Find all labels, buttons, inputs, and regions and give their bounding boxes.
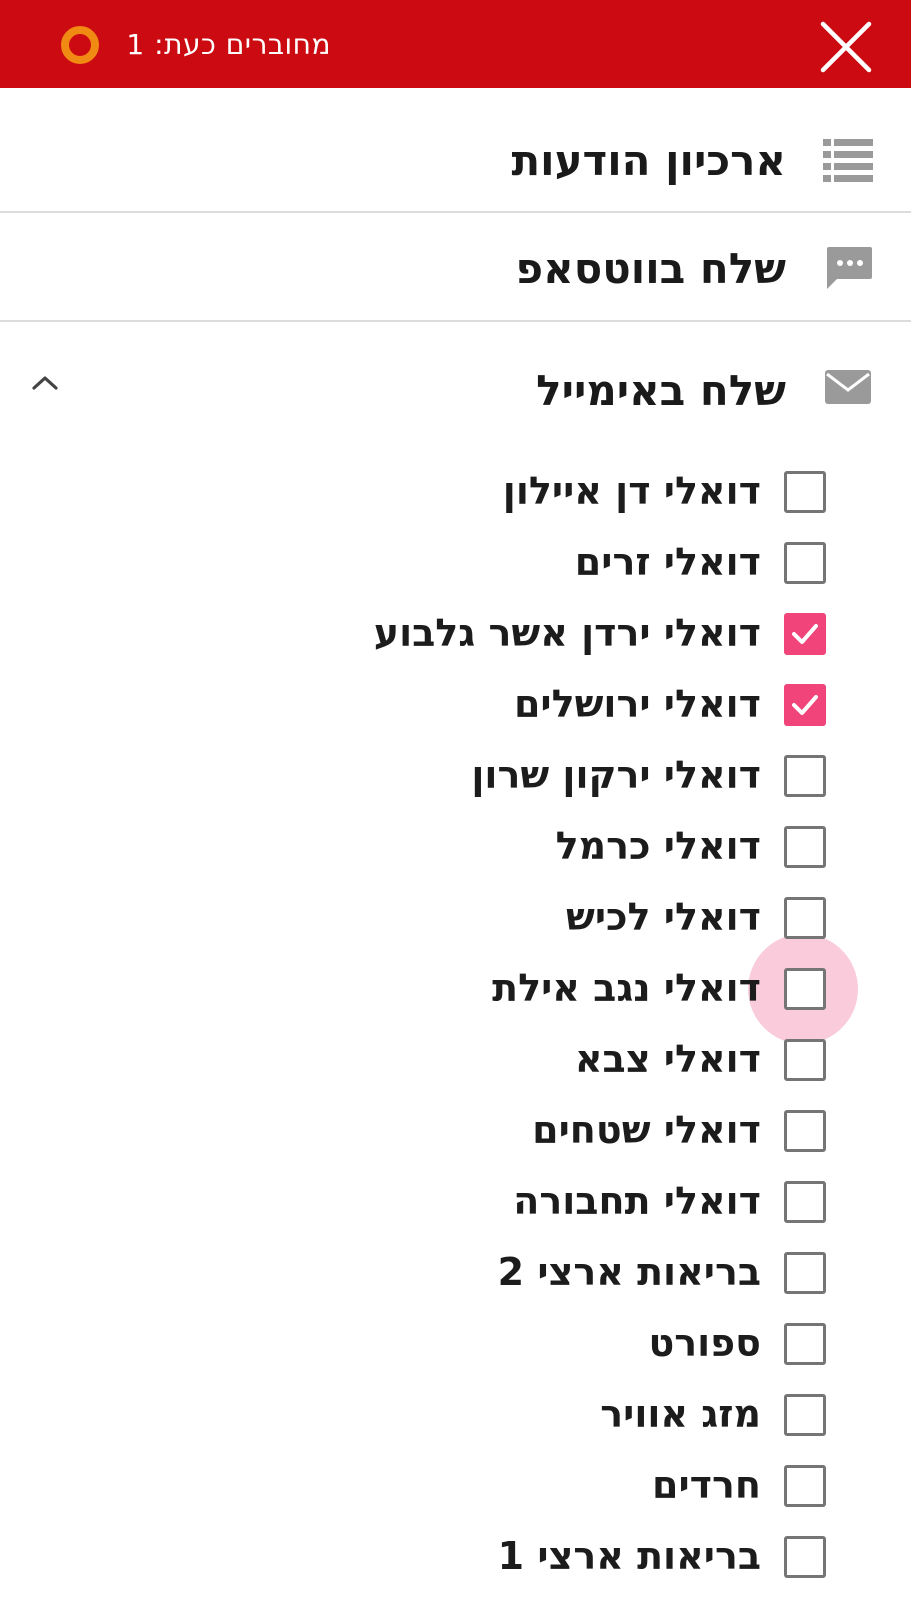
- checkbox[interactable]: [784, 1536, 826, 1578]
- email-list-item[interactable]: דואלי תחבורה: [0, 1166, 911, 1236]
- email-list-item[interactable]: דואלי ירושלים: [0, 669, 911, 739]
- menu-item-whatsapp-label: שלח בווטסאפ: [515, 243, 786, 293]
- checkbox[interactable]: [784, 1252, 826, 1294]
- online-status: מחוברים כעת: 1: [126, 22, 331, 66]
- email-list-item-label: דואלי זרים: [574, 540, 761, 584]
- checkbox-checked[interactable]: [784, 613, 826, 655]
- email-list-item-label: דואלי ירושלים: [513, 682, 761, 726]
- menu-item-email-label: שלח באימייל: [536, 365, 786, 415]
- menu-item-email[interactable]: שלח באימייל: [0, 340, 911, 440]
- checkbox[interactable]: [784, 471, 826, 513]
- checkbox[interactable]: [784, 1110, 826, 1152]
- email-list-item[interactable]: דואלי כרמל: [0, 811, 911, 881]
- close-icon: [820, 21, 872, 73]
- email-list-item[interactable]: דואלי ירקון שרון: [0, 740, 911, 810]
- email-list-item-label: חרדים: [652, 1463, 761, 1507]
- email-list-item-label: בריאות ארצי 2: [497, 1250, 761, 1294]
- list-icon: [823, 139, 873, 182]
- checkmark-icon: [792, 695, 818, 715]
- email-list-item[interactable]: דואלי צבא: [0, 1024, 911, 1094]
- email-list-item[interactable]: דואלי זרים: [0, 527, 911, 597]
- email-list-item[interactable]: דואלי שטחים: [0, 1095, 911, 1165]
- email-list-item-label: דואלי תחבורה: [513, 1179, 761, 1223]
- checkbox[interactable]: [784, 755, 826, 797]
- email-list-item[interactable]: ספורט: [0, 1308, 911, 1378]
- close-button[interactable]: [819, 20, 873, 74]
- email-list-item-label: דואלי לכיש: [566, 895, 761, 939]
- menu-item-archive[interactable]: ארכיון הודעות: [0, 110, 911, 210]
- chevron-up-icon[interactable]: [30, 370, 60, 394]
- checkbox[interactable]: [784, 542, 826, 584]
- chat-icon: [826, 247, 872, 289]
- checkbox[interactable]: [784, 1181, 826, 1223]
- menu-item-whatsapp[interactable]: שלח בווטסאפ: [0, 218, 911, 318]
- email-list-item[interactable]: דואלי ירדן אשר גלבוע: [0, 598, 911, 668]
- checkbox[interactable]: [784, 968, 826, 1010]
- checkbox[interactable]: [784, 1323, 826, 1365]
- email-list-item-label: מזג אוויר: [600, 1392, 761, 1436]
- checkmark-icon: [792, 624, 818, 644]
- email-list-item-label: דואלי דן איילון: [502, 469, 761, 513]
- menu-item-archive-label: ארכיון הודעות: [511, 135, 786, 185]
- email-list-item[interactable]: דואלי דן איילון: [0, 456, 911, 526]
- checkbox-checked[interactable]: [784, 684, 826, 726]
- email-list-item-label: דואלי נגב אילת: [492, 966, 761, 1010]
- email-list-item-label: דואלי ירדן אשר גלבוע: [373, 611, 761, 655]
- top-bar: מחוברים כעת: 1: [0, 0, 911, 88]
- checkbox[interactable]: [784, 897, 826, 939]
- email-list-item-label: דואלי ירקון שרון: [471, 753, 761, 797]
- email-list-item-label: דואלי צבא: [574, 1037, 761, 1081]
- email-list-item-label: דואלי שטחים: [532, 1108, 761, 1152]
- email-list-item[interactable]: בריאות ארצי 1: [0, 1521, 911, 1591]
- email-list-item-label: בריאות ארצי 1: [497, 1534, 761, 1578]
- checkbox[interactable]: [784, 826, 826, 868]
- email-list-item-label: ספורט: [648, 1321, 761, 1365]
- status-ring-icon: [61, 26, 99, 64]
- checkbox[interactable]: [784, 1465, 826, 1507]
- divider: [0, 320, 911, 322]
- email-list-item[interactable]: בריאות ארצי 2: [0, 1237, 911, 1307]
- email-list-item-label: דואלי כרמל: [555, 824, 761, 868]
- email-list-item[interactable]: דואלי לכיש: [0, 882, 911, 952]
- checkbox[interactable]: [784, 1039, 826, 1081]
- email-list-item[interactable]: חרדים: [0, 1450, 911, 1520]
- divider: [0, 211, 911, 213]
- email-list-item[interactable]: מזג אוויר: [0, 1379, 911, 1449]
- email-list-item[interactable]: דואלי נגב אילת: [0, 953, 911, 1023]
- checkbox[interactable]: [784, 1394, 826, 1436]
- mail-icon: [825, 370, 871, 404]
- online-status-text: מחוברים כעת: 1: [126, 27, 331, 61]
